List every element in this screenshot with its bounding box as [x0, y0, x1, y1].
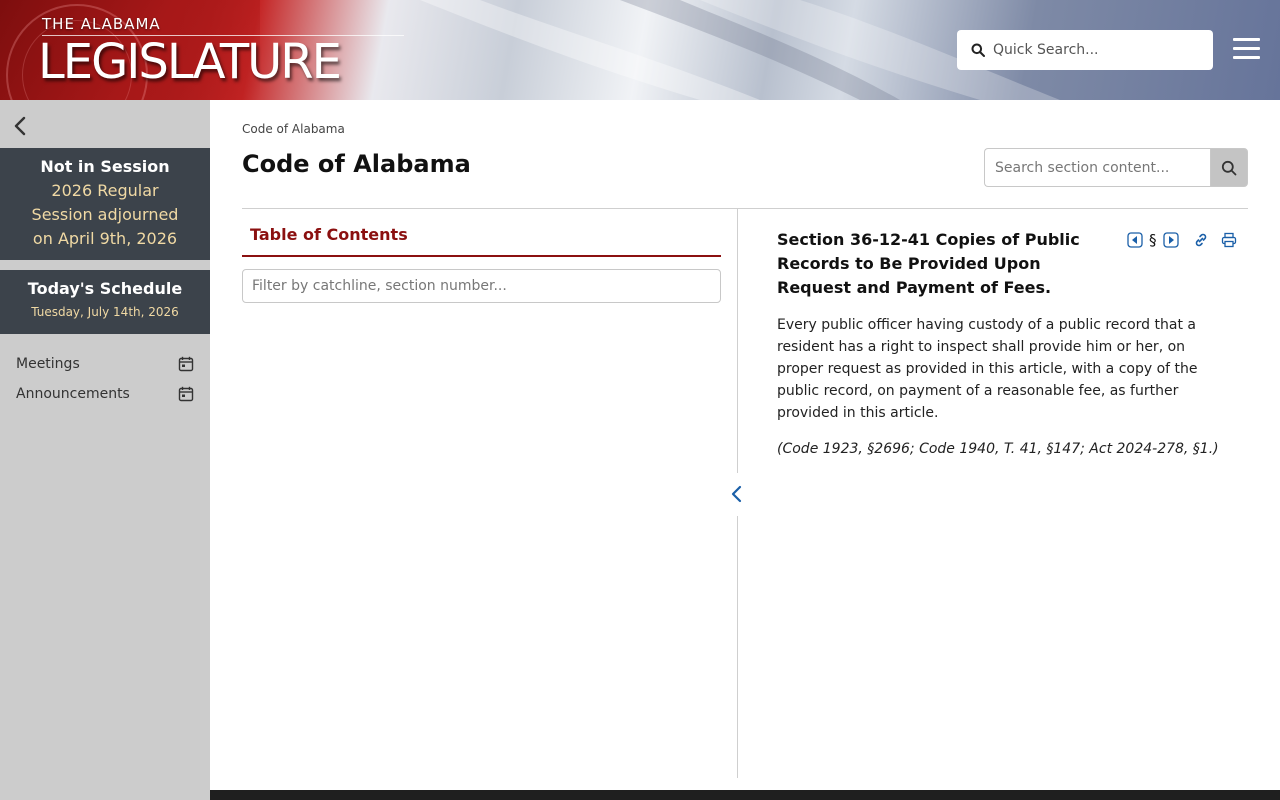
todays-schedule-panel[interactable]: Today's Schedule Tuesday, July 14th, 202… [0, 270, 210, 334]
toc-filter-input[interactable] [242, 269, 721, 303]
quick-search-box[interactable] [957, 30, 1213, 70]
copy-link-button[interactable] [1193, 232, 1209, 248]
sidebar-item-announcements[interactable]: Announcements [16, 383, 194, 405]
calendar-icon [178, 386, 194, 402]
toc-panel-toggle[interactable] [728, 482, 746, 506]
print-button[interactable] [1221, 232, 1237, 248]
printer-icon [1221, 232, 1236, 248]
schedule-title: Today's Schedule [27, 279, 183, 298]
link-icon [1195, 233, 1206, 247]
chevron-left-icon [14, 116, 26, 136]
section-history-note: (Code 1923, §2696; Code 1940, T. 41, §14… [777, 441, 1219, 457]
section-search-input[interactable] [984, 148, 1210, 187]
schedule-date: Tuesday, July 14th, 2026 [31, 305, 179, 319]
content-divider [242, 208, 1248, 209]
session-detail: 2026 Regular Session adjourned on April … [31, 181, 179, 248]
site-header: THE ALABAMA LEGISLATURE [0, 0, 1280, 100]
caret-left-box-icon [1127, 232, 1143, 248]
sidebar-item-meetings[interactable]: Meetings [16, 353, 194, 375]
breadcrumb[interactable]: Code of Alabama [242, 122, 345, 136]
session-status: Not in Session [40, 157, 170, 176]
sidebar-item-label: Announcements [16, 386, 130, 402]
section-body-text: Every public officer having custody of a… [777, 317, 1198, 421]
panel-divider [737, 516, 738, 778]
tab-table-of-contents[interactable]: Table of Contents [242, 224, 721, 257]
footer-bar [210, 790, 1280, 800]
sidebar-item-label: Meetings [16, 356, 80, 372]
chevron-left-icon [731, 485, 742, 503]
hamburger-menu-icon[interactable] [1233, 38, 1260, 62]
search-icon [971, 43, 985, 57]
next-section-button[interactable] [1162, 232, 1179, 248]
session-status-panel: Not in Session 2026 Regular Session adjo… [0, 148, 210, 260]
section-symbol: § [1149, 231, 1157, 249]
page-title: Code of Alabama [242, 150, 471, 178]
section-heading: Section 36-12-41 Copies of Public Record… [777, 230, 1080, 297]
section-toolbar: § [1127, 231, 1237, 249]
caret-right-box-icon [1162, 232, 1179, 248]
quick-search-input[interactable] [993, 42, 1203, 58]
search-icon [1221, 160, 1237, 175]
sidebar-collapse-button[interactable] [10, 114, 32, 138]
logo-subtitle[interactable]: THE ALABAMA [42, 15, 161, 33]
calendar-icon [178, 356, 194, 372]
panel-divider [737, 209, 738, 473]
logo-title[interactable]: LEGISLATURE [38, 34, 342, 90]
previous-section-button[interactable] [1127, 232, 1143, 248]
section-search-box [984, 148, 1248, 187]
sidebar: Not in Session 2026 Regular Session adjo… [0, 100, 210, 800]
section-search-button[interactable] [1210, 148, 1248, 187]
